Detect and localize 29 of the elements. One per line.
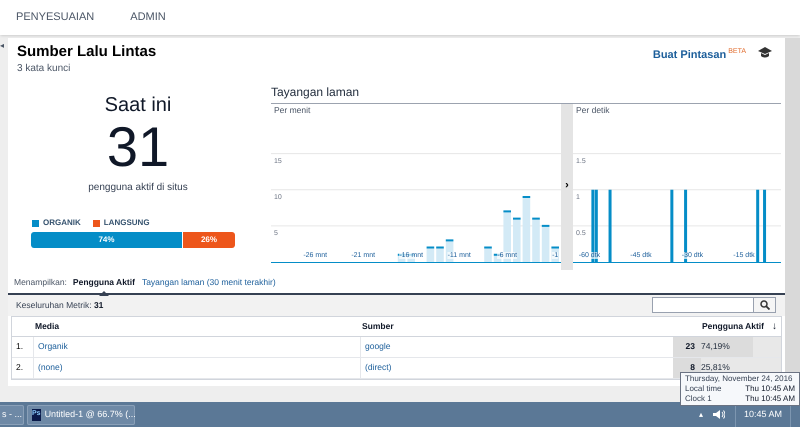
tooltip-label: Clock 1	[685, 394, 712, 404]
tooltip-value: Thu 10:45 AM	[745, 394, 795, 404]
user-count: 8	[689, 361, 695, 374]
active-user-count: 31	[106, 117, 170, 177]
column-header: Media	[34, 320, 60, 333]
overall-metric: Keseluruhan Metrik: 31	[16, 298, 104, 312]
legend-label: LANGSUNG	[104, 217, 150, 229]
chart-subtitle: Per menit	[273, 104, 312, 116]
taskbar-label: s - ...	[2, 408, 22, 421]
active-users-caption: pengguna aktif di situs	[88, 181, 188, 195]
tooltip-date: Thursday, November 24, 2016	[685, 374, 794, 384]
report-title: Sumber Lalu Lintas	[17, 43, 156, 61]
view-switch-label: Menampilkan:	[14, 276, 67, 289]
share-bar-segment: 74%	[31, 232, 182, 248]
legend-label: ORGANIK	[43, 217, 81, 229]
now-heading: Saat ini	[104, 93, 172, 117]
report-subtitle: 3 kata kunci	[17, 62, 72, 76]
tooltip-label: Local time	[685, 384, 722, 394]
chart-title: Tayangan laman	[271, 85, 360, 100]
row-number: 2.	[12, 358, 34, 378]
row-number: 1.	[12, 336, 34, 357]
taskbar-label: Untitled-1 @ 66.7% (...	[44, 408, 136, 421]
share-bar-segment: 26%	[182, 232, 235, 248]
column-header: Sumber	[361, 320, 395, 333]
user-percent: 25,81%	[701, 361, 730, 374]
tooltip-value: Thu 10:45 AM	[745, 384, 795, 394]
user-percent: 74,19%	[701, 340, 730, 354]
user-count: 23	[684, 340, 695, 354]
chart-subtitle: Per detik	[575, 104, 611, 116]
